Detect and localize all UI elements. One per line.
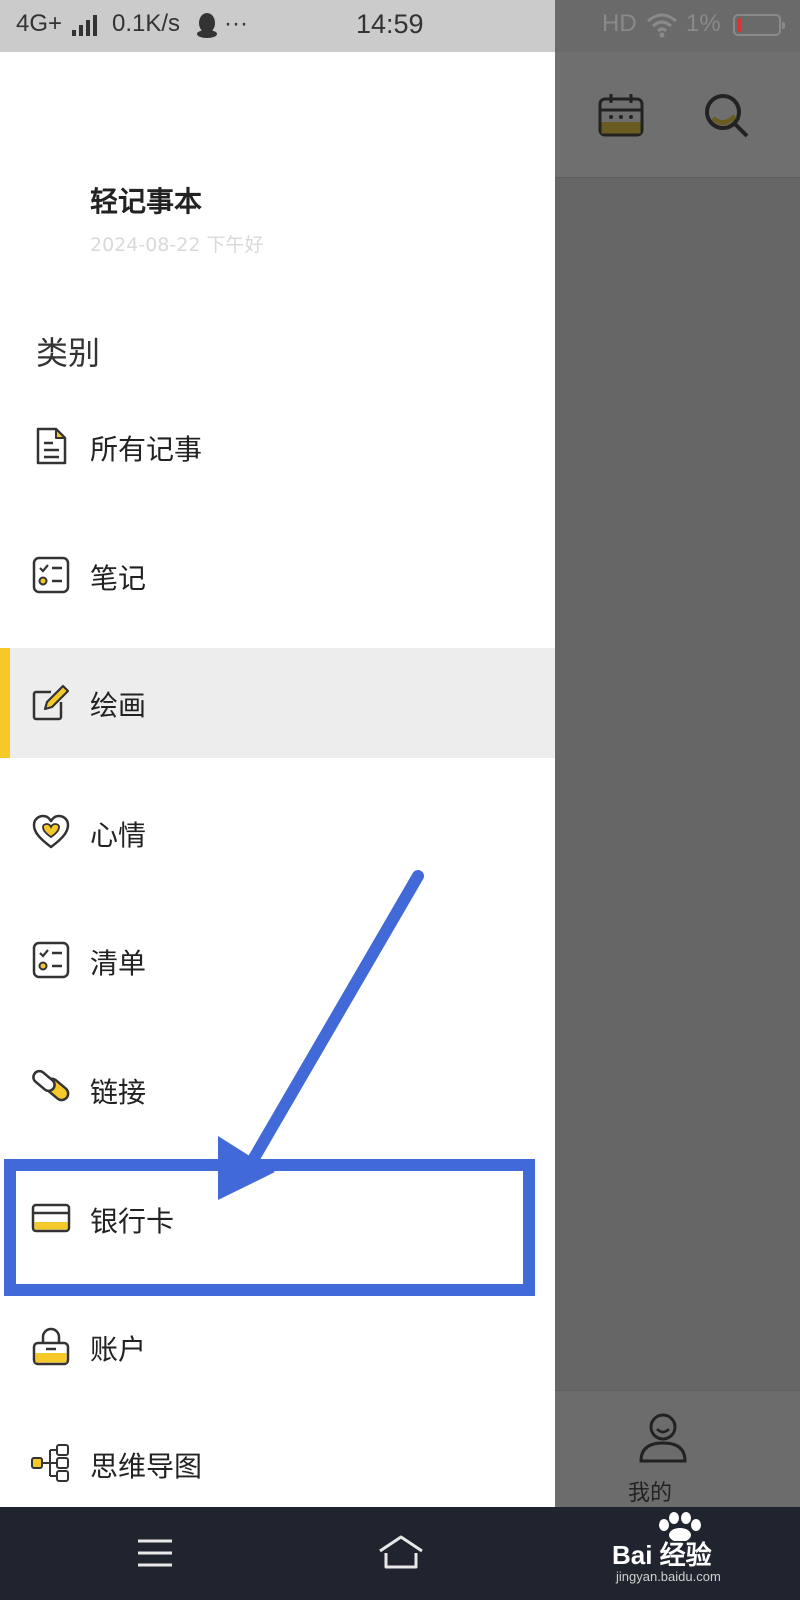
document-icon bbox=[36, 427, 67, 465]
drawer-item-label: 笔记 bbox=[90, 562, 147, 595]
drawer-item-mind-map[interactable]: 思维导图 bbox=[0, 1409, 555, 1519]
drawer-item-label: 所有记事 bbox=[90, 433, 203, 466]
qq-icon bbox=[197, 13, 217, 38]
mindmap-icon bbox=[31, 1444, 69, 1482]
network-speed: 0.1K/s bbox=[112, 10, 181, 37]
wifi-icon bbox=[647, 13, 677, 38]
main-app-background: 我的 bbox=[555, 52, 800, 1508]
lock-icon bbox=[32, 1327, 70, 1366]
drawer-item-label: 链接 bbox=[90, 1076, 147, 1109]
checklist-icon bbox=[32, 941, 70, 979]
drawer-item-label: 思维导图 bbox=[90, 1450, 203, 1483]
main-topbar bbox=[555, 52, 800, 178]
pencil-edit-icon bbox=[32, 684, 70, 721]
drawer-item-all-notes[interactable]: 所有记事 bbox=[0, 392, 555, 502]
watermark-brand: Bai 经验 bbox=[612, 1540, 712, 1570]
drawer-item-checklist[interactable]: 清单 bbox=[0, 906, 555, 1016]
drawer-item-account[interactable]: 账户 bbox=[0, 1292, 555, 1402]
heart-icon bbox=[32, 814, 70, 849]
main-bottom-tabbar: 我的 bbox=[555, 1390, 800, 1508]
search-icon[interactable] bbox=[703, 92, 751, 140]
drawer-item-link[interactable]: 链接 bbox=[0, 1035, 555, 1145]
watermark-url: jingyan.baidu.com bbox=[616, 1569, 721, 1584]
home-icon[interactable] bbox=[376, 1533, 426, 1573]
credit-card-icon bbox=[31, 1203, 71, 1233]
calendar-icon[interactable] bbox=[597, 92, 645, 138]
more-indicator: ··· bbox=[224, 10, 248, 37]
drawer-item-mood[interactable]: 心情 bbox=[0, 778, 555, 888]
link-icon bbox=[32, 1069, 70, 1102]
battery-icon bbox=[733, 14, 785, 36]
tab-profile-label[interactable]: 我的 bbox=[628, 1475, 672, 1507]
menu-icon[interactable] bbox=[136, 1537, 174, 1569]
status-bar: 4G+ 0.1K/s ··· 14:59 HD 1% bbox=[0, 0, 800, 52]
navigation-drawer: 轻记事本 2024-08-22 下午好 类别 所有记事 笔记 绘画 心情 清单 … bbox=[0, 52, 555, 1507]
category-section-title: 类别 bbox=[36, 334, 101, 372]
clock: 14:59 bbox=[356, 9, 424, 39]
drawer-item-label: 心情 bbox=[90, 819, 147, 852]
drawer-item-notes[interactable]: 笔记 bbox=[0, 521, 555, 631]
battery-percent: 1% bbox=[686, 10, 721, 37]
profile-icon[interactable] bbox=[637, 1411, 689, 1463]
network-type: 4G+ bbox=[16, 10, 63, 37]
app-title: 轻记事本 bbox=[90, 185, 203, 218]
drawer-item-label: 清单 bbox=[90, 947, 147, 980]
drawer-item-label: 账户 bbox=[90, 1333, 147, 1366]
signal-icon bbox=[72, 14, 98, 36]
system-nav-bar: Bai 经验 jingyan.baidu.com bbox=[0, 1507, 800, 1600]
drawer-item-label: 绘画 bbox=[90, 689, 147, 722]
date-greeting: 2024-08-22 下午好 bbox=[90, 234, 264, 256]
hd-indicator: HD bbox=[602, 10, 637, 37]
drawer-item-label: 银行卡 bbox=[90, 1205, 175, 1238]
drawer-item-bank-card[interactable]: 银行卡 bbox=[0, 1164, 555, 1274]
drawer-item-drawing[interactable]: 绘画 bbox=[0, 648, 555, 758]
checklist-icon bbox=[32, 556, 70, 594]
